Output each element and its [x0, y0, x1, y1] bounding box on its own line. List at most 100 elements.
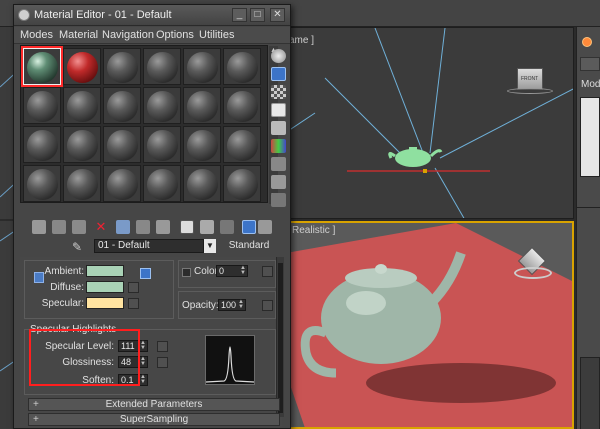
sample-slot[interactable]: [183, 48, 221, 85]
diffuse-map-button[interactable]: [128, 282, 139, 293]
specular-color-swatch[interactable]: [86, 297, 124, 309]
sample-slot[interactable]: [63, 126, 101, 163]
maximize-button[interactable]: □: [250, 8, 265, 22]
sample-slot[interactable]: [23, 165, 61, 202]
put-material-icon[interactable]: [52, 220, 66, 234]
reset-map-icon[interactable]: ✕: [94, 220, 108, 234]
material-sphere: [187, 130, 218, 161]
sample-slot-1[interactable]: [21, 46, 63, 87]
spinner-arrows-icon[interactable]: ▲ ▼: [140, 340, 147, 351]
sample-slot[interactable]: [183, 165, 221, 202]
backlight-icon[interactable]: [271, 67, 286, 81]
viewcube[interactable]: FRONT: [517, 68, 543, 90]
show-end-result-icon[interactable]: [220, 220, 234, 234]
sample-slot[interactable]: [143, 87, 181, 124]
self-illum-color-label: Color: [194, 266, 218, 277]
material-id-channel-icon[interactable]: [180, 220, 194, 234]
supersampling-rollout[interactable]: + SuperSampling: [28, 413, 280, 426]
select-by-material-icon[interactable]: [271, 175, 286, 189]
get-material-icon[interactable]: [32, 220, 46, 234]
extended-parameters-rollout[interactable]: + Extended Parameters: [28, 398, 280, 411]
sample-slot[interactable]: [23, 87, 61, 124]
perspective-viewport[interactable]: Realistic ]: [284, 221, 574, 429]
sample-slot[interactable]: [223, 165, 261, 202]
eyedropper-icon[interactable]: ✎: [72, 240, 82, 254]
sample-slot[interactable]: [103, 165, 141, 202]
horizontal-toolbar: ✕: [20, 219, 286, 237]
chevron-down-icon[interactable]: ▼: [204, 239, 216, 253]
specular-map-button[interactable]: [128, 298, 139, 309]
options-icon[interactable]: [271, 157, 286, 171]
sample-slot[interactable]: [103, 87, 141, 124]
extended-parameters-label: Extended Parameters: [105, 399, 203, 410]
menu-utilities[interactable]: Utilities: [199, 29, 234, 41]
top-viewport[interactable]: ame ] FRONT: [284, 27, 574, 219]
ambient-color-swatch[interactable]: [86, 265, 124, 277]
sample-slot[interactable]: [63, 165, 101, 202]
pivot-marker: [423, 169, 427, 173]
close-button[interactable]: ✕: [270, 8, 285, 22]
menu-modes[interactable]: Modes: [20, 29, 53, 41]
material-sphere: [187, 91, 218, 122]
minimize-button[interactable]: _: [232, 8, 247, 22]
show-map-icon[interactable]: [200, 220, 214, 234]
spinner-arrows-icon[interactable]: ▲ ▼: [140, 356, 147, 367]
sample-slot-2[interactable]: [63, 48, 101, 85]
spinner-arrows-icon[interactable]: ▲ ▼: [140, 374, 147, 385]
sample-slot[interactable]: [143, 48, 181, 85]
background-icon[interactable]: [271, 85, 286, 99]
sample-slot[interactable]: [143, 126, 181, 163]
assign-material-icon[interactable]: [72, 220, 86, 234]
material-name-field[interactable]: 01 - Default: [94, 239, 204, 253]
scrollbar-thumb[interactable]: [278, 263, 283, 413]
make-copy-icon[interactable]: [116, 220, 130, 234]
params-scrollbar[interactable]: [276, 257, 284, 417]
sample-type-icon[interactable]: [271, 49, 286, 63]
sample-slot[interactable]: [223, 87, 261, 124]
self-illum-color-checkbox[interactable]: [182, 268, 191, 277]
sample-slot[interactable]: [223, 48, 261, 85]
material-navigator-icon[interactable]: [271, 193, 286, 207]
self-illum-map-button[interactable]: [262, 266, 273, 277]
spinner-arrows-icon[interactable]: ▲ ▼: [238, 299, 245, 310]
uv-tiling-icon[interactable]: [271, 103, 286, 117]
go-forward-sibling-icon[interactable]: [258, 220, 272, 234]
lock-diffuse-specular-icon[interactable]: [140, 268, 151, 279]
sun-icon[interactable]: [582, 37, 592, 47]
modifier-stack[interactable]: [580, 97, 600, 177]
go-to-parent-icon[interactable]: [242, 220, 256, 234]
glossiness-map-button[interactable]: [157, 357, 168, 368]
modifier-list-label[interactable]: Modi: [581, 79, 600, 90]
sample-slot[interactable]: [63, 87, 101, 124]
diffuse-color-swatch[interactable]: [86, 281, 124, 293]
material-type-button[interactable]: Standard: [223, 239, 275, 253]
sample-slot[interactable]: [143, 165, 181, 202]
window-title: Material Editor - 01 - Default: [34, 9, 172, 21]
specular-level-map-button[interactable]: [157, 341, 168, 352]
sample-slot[interactable]: [223, 126, 261, 163]
opacity-spinner[interactable]: 100 ▲ ▼: [218, 299, 246, 311]
highlight-curve: [205, 346, 255, 383]
self-illum-spinner[interactable]: 0 ▲ ▼: [216, 265, 248, 277]
put-to-library-icon[interactable]: [156, 220, 170, 234]
menu-options[interactable]: Options: [156, 29, 194, 41]
material-sphere: [107, 91, 138, 122]
command-tab[interactable]: [580, 57, 600, 71]
sample-slot[interactable]: [183, 126, 221, 163]
opacity-map-button[interactable]: [262, 300, 273, 311]
make-preview-icon[interactable]: [271, 139, 286, 153]
menu-material[interactable]: Material: [59, 29, 98, 41]
rollout-bar[interactable]: [580, 357, 600, 429]
material-sphere: [27, 130, 58, 161]
sample-slot[interactable]: [103, 126, 141, 163]
video-color-check-icon[interactable]: [271, 121, 286, 135]
title-bar[interactable]: Material Editor - 01 - Default _ □ ✕: [14, 5, 290, 26]
menu-navigation[interactable]: Navigation: [102, 29, 154, 41]
diffuse-label: Diffuse:: [50, 282, 84, 293]
sample-slot[interactable]: [183, 87, 221, 124]
material-sphere: [147, 52, 178, 83]
sample-slot[interactable]: [23, 126, 61, 163]
make-unique-icon[interactable]: [136, 220, 150, 234]
sample-slot[interactable]: [103, 48, 141, 85]
spinner-arrows-icon[interactable]: ▲ ▼: [240, 265, 247, 276]
